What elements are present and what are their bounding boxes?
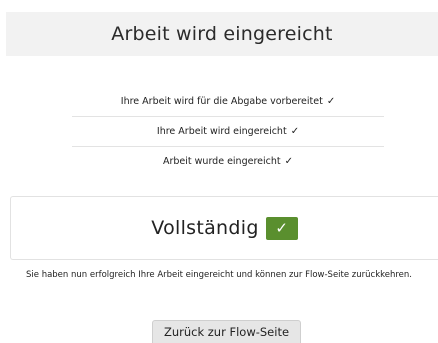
submission-page: Arbeit wird eingereicht Ihre Arbeit wird…	[0, 0, 438, 343]
step-submitting: Ihre Arbeit wird eingereicht ✓	[72, 117, 384, 147]
progress-steps: Ihre Arbeit wird für die Abgabe vorberei…	[72, 87, 384, 176]
complete-status-label: Vollständig	[151, 217, 259, 239]
checkmark-icon: ✓	[284, 156, 293, 167]
step-prepare: Ihre Arbeit wird für die Abgabe vorberei…	[72, 87, 384, 117]
back-to-flow-button[interactable]: Zurück zur Flow-Seite	[152, 320, 301, 343]
check-badge-icon: ✓	[265, 216, 298, 240]
checkmark-icon: ✓	[326, 96, 336, 107]
step-label: Ihre Arbeit wird eingereicht	[156, 126, 287, 137]
step-label: Ihre Arbeit wird für die Abgabe vorberei…	[120, 96, 323, 107]
header-bar: Arbeit wird eingereicht	[6, 12, 438, 56]
success-message: Sie haben nun erfolgreich Ihre Arbeit ei…	[26, 270, 412, 280]
checkmark-icon: ✓	[290, 126, 300, 137]
step-label: Arbeit wurde eingereicht	[162, 156, 281, 167]
complete-status-card: Vollständig ✓	[10, 196, 438, 260]
step-submitted: Arbeit wurde eingereicht ✓	[72, 147, 384, 176]
page-title: Arbeit wird eingereicht	[111, 23, 333, 45]
